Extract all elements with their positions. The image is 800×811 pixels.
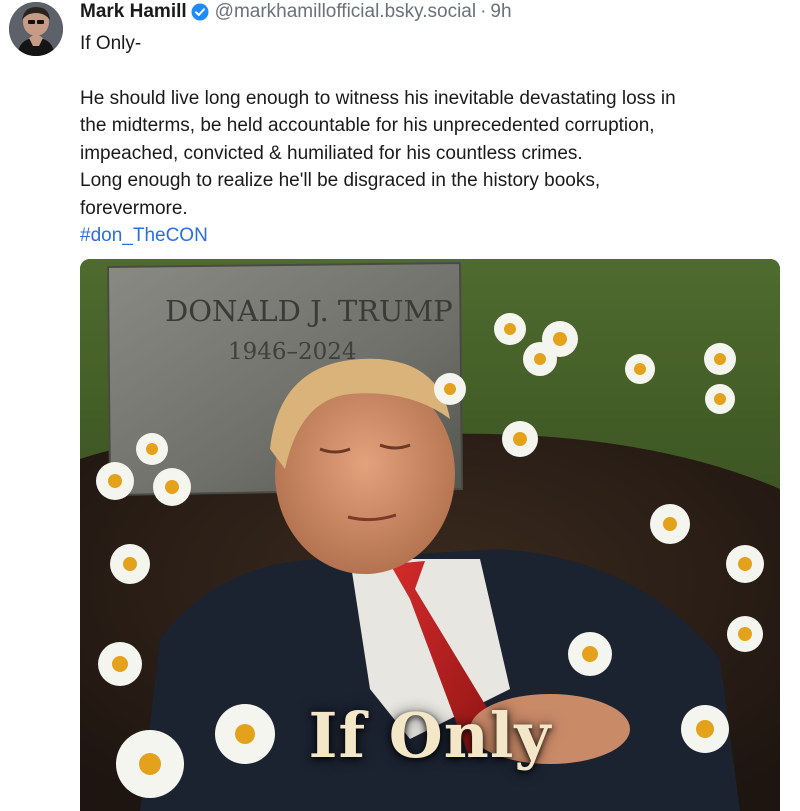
post-text-line: If Only-: [80, 33, 142, 54]
post: Mark Hamill @markhamillofficial.bsky.soc…: [0, 0, 800, 811]
post-timestamp[interactable]: 9h: [490, 1, 511, 23]
author-name[interactable]: Mark Hamill: [80, 1, 187, 23]
author-avatar[interactable]: [9, 2, 63, 56]
post-text-line: the midterms, be held accountable for hi…: [80, 115, 655, 136]
hashtag-link[interactable]: #don_TheCON: [80, 222, 780, 250]
post-text-line: Long enough to realize he'll be disgrace…: [80, 170, 601, 191]
header-separator: ·: [480, 1, 487, 22]
avatar-portrait-image: [9, 2, 63, 56]
post-header: Mark Hamill @markhamillofficial.bsky.soc…: [80, 0, 512, 24]
verified-badge-icon: [191, 3, 209, 21]
image-caption: If Only: [308, 699, 552, 772]
headstone-dates: 1946–2024: [228, 339, 357, 365]
post-text: If Only- He should live long enough to w…: [80, 30, 780, 250]
post-image[interactable]: DONALD J. TRUMP 1946–2024 If Only: [80, 259, 780, 811]
post-text-line: He should live long enough to witness hi…: [80, 87, 676, 109]
post-text-line: forevermore.: [80, 197, 188, 219]
headstone-name: DONALD J. TRUMP: [165, 294, 453, 328]
author-handle[interactable]: @markhamillofficial.bsky.social: [215, 1, 476, 23]
post-text-line: impeached, convicted & humiliated for hi…: [80, 142, 583, 164]
